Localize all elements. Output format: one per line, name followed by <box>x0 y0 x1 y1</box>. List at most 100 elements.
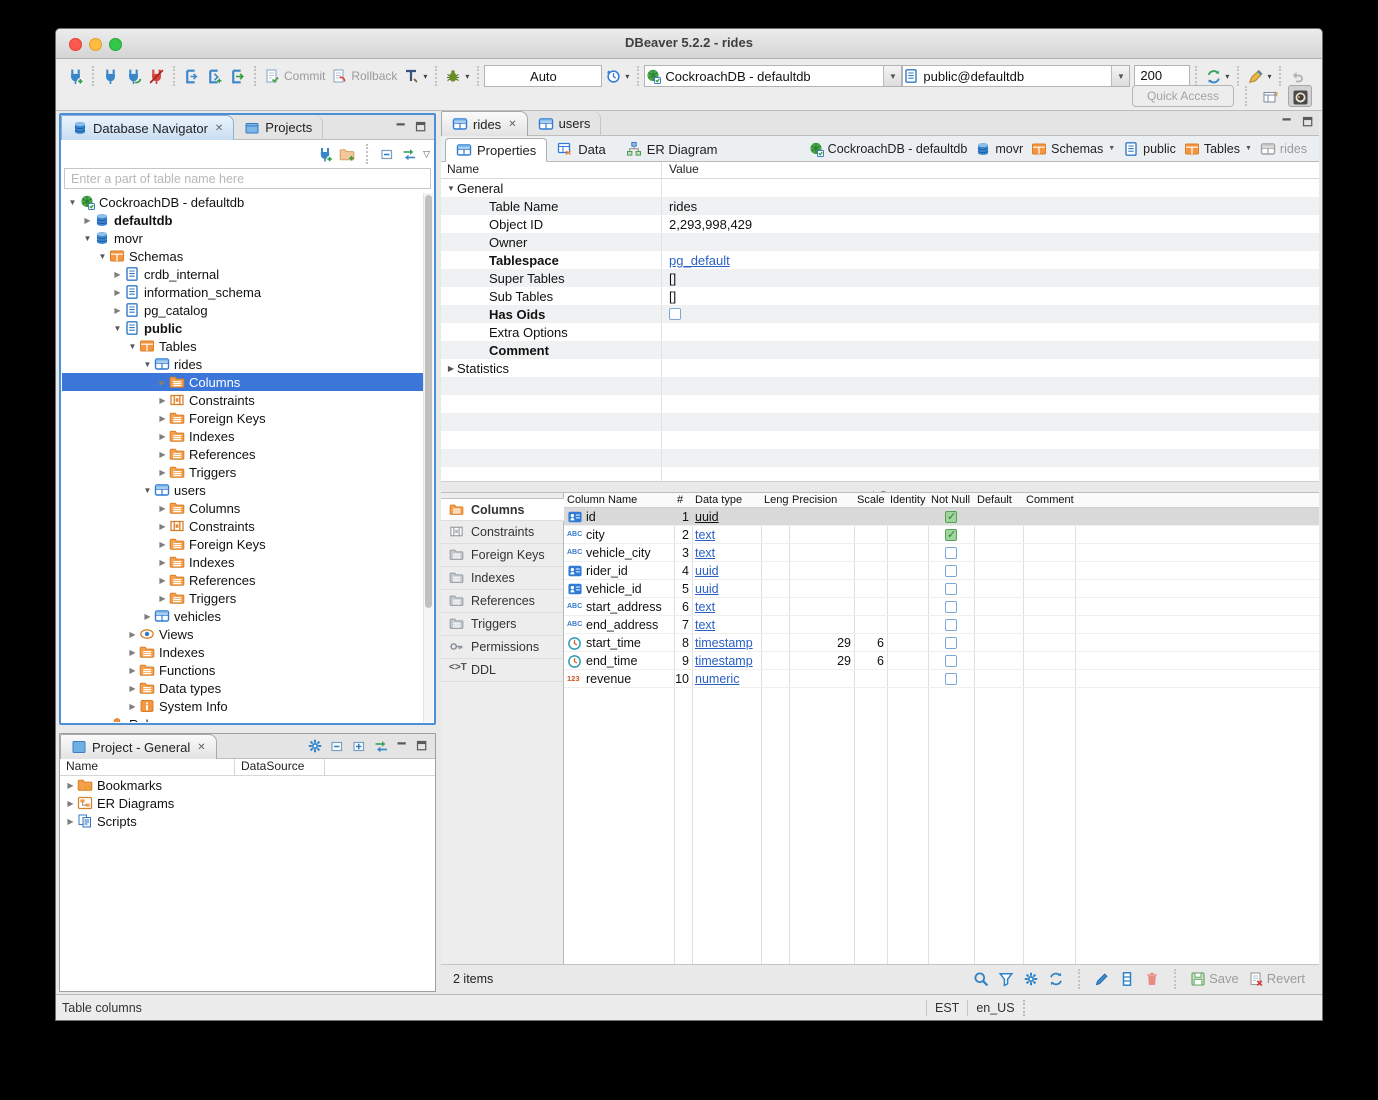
detail-tab-ddl[interactable]: <>TDDL <box>441 659 563 682</box>
data-type-link[interactable]: timestamp <box>695 636 753 650</box>
property-row-super-tables[interactable]: Super Tables[] <box>441 269 1319 287</box>
data-type-link[interactable]: numeric <box>695 672 739 686</box>
tree-item-defaultdb[interactable]: ▶defaultdb <box>62 211 423 229</box>
tree-item-indexes[interactable]: ▶Indexes <box>62 553 423 571</box>
property-row-sub-tables[interactable]: Sub Tables[] <box>441 287 1319 305</box>
project-link-editor-icon[interactable] <box>373 738 389 754</box>
has-oids-checkbox[interactable] <box>669 308 681 320</box>
expand-arrow-icon[interactable]: ▶ <box>156 432 169 441</box>
table-filter-input[interactable] <box>64 168 431 189</box>
collapse-arrow-icon[interactable]: ▼ <box>66 198 79 207</box>
project-col-datasource[interactable]: DataSource <box>235 759 325 775</box>
property-row-general[interactable]: ▼General <box>441 179 1319 197</box>
breadcrumb-schemas[interactable]: Schemas▼ <box>1029 141 1117 157</box>
expand-arrow-icon[interactable]: ▶ <box>156 522 169 531</box>
column-row-end-address[interactable]: ABCend_address7text <box>564 616 1319 634</box>
new-connection-icon[interactable] <box>317 146 333 162</box>
column-row-id[interactable]: id1uuid <box>564 508 1319 526</box>
project-col-name[interactable]: Name <box>60 759 235 775</box>
tree-item-columns[interactable]: ▶Columns <box>62 373 423 391</box>
expand-arrow-icon[interactable]: ▶ <box>126 684 139 693</box>
breadcrumb-movr[interactable]: movr <box>973 141 1025 157</box>
expand-arrow-icon[interactable]: ▶ <box>81 216 94 225</box>
expand-arrow-icon[interactable]: ▶ <box>111 270 124 279</box>
tree-item-constraints[interactable]: ▶Constraints <box>62 517 423 535</box>
tree-item-public[interactable]: ▼public <box>62 319 423 337</box>
property-row-object-id[interactable]: Object ID2,293,998,429 <box>441 215 1319 233</box>
properties-col-name[interactable]: Name <box>441 162 661 178</box>
not-null-checkbox[interactable] <box>945 673 957 685</box>
expand-arrow-icon[interactable]: ▶ <box>156 576 169 585</box>
column-row-start-time[interactable]: start_time8timestamp296 <box>564 634 1319 652</box>
property-row-extra-options[interactable]: Extra Options <box>441 323 1319 341</box>
editor-tab-rides[interactable]: rides✕ <box>441 111 528 136</box>
expand-arrow-icon[interactable]: ▶ <box>445 364 457 373</box>
undo-button[interactable] <box>1286 66 1309 87</box>
detail-tab-constraints[interactable]: Constraints <box>441 521 563 544</box>
not-null-checkbox[interactable] <box>945 637 957 649</box>
not-null-checkbox[interactable] <box>945 529 957 541</box>
data-type-link[interactable]: text <box>695 546 715 560</box>
expand-arrow-icon[interactable]: ▶ <box>156 558 169 567</box>
tree-item-pg-catalog[interactable]: ▶pg_catalog <box>62 301 423 319</box>
tree-item-constraints[interactable]: ▶Constraints <box>62 391 423 409</box>
column-row-start-address[interactable]: ABCstart_address6text <box>564 598 1319 616</box>
project-item-er-diagrams[interactable]: ▶ER Diagrams <box>60 794 435 812</box>
open-sql-script-button[interactable] <box>226 66 249 87</box>
filter-icon[interactable] <box>998 971 1014 987</box>
data-type-link[interactable]: uuid <box>695 564 719 578</box>
tab-project-general[interactable]: Project - General ✕ <box>60 734 217 759</box>
detail-tab-foreign-keys[interactable]: Foreign Keys <box>441 544 563 567</box>
fetch-size-input[interactable]: 200 <box>1134 65 1190 87</box>
column-header-data-type[interactable]: Data type <box>692 493 761 507</box>
column-header-length[interactable]: Length <box>761 493 789 507</box>
collapse-arrow-icon[interactable]: ▼ <box>126 342 139 351</box>
collapse-arrow-icon[interactable]: ▼ <box>445 184 457 193</box>
property-value[interactable] <box>661 305 681 323</box>
connect-button[interactable] <box>99 66 122 87</box>
expand-arrow-icon[interactable]: ▶ <box>111 306 124 315</box>
tree-item-system-info[interactable]: ▶System Info <box>62 697 423 715</box>
revert-button[interactable]: Revert <box>1248 971 1305 987</box>
expand-arrow-icon[interactable]: ▶ <box>64 817 77 826</box>
subtab-properties[interactable]: Properties <box>445 138 547 162</box>
tree-item-triggers[interactable]: ▶Triggers <box>62 463 423 481</box>
project-expand-all-icon[interactable] <box>351 738 367 754</box>
history-button[interactable]: ▾ <box>602 66 632 87</box>
data-type-link[interactable]: text <box>695 528 715 542</box>
project-item-scripts[interactable]: ▶Scripts <box>60 812 435 830</box>
collapse-arrow-icon[interactable]: ▼ <box>96 720 109 723</box>
property-row-statistics[interactable]: ▶Statistics <box>441 359 1319 377</box>
breadcrumb-dropdown-icon[interactable]: ▼ <box>1245 145 1252 152</box>
open-perspective-icon[interactable] <box>1258 85 1282 107</box>
not-null-checkbox[interactable] <box>945 655 957 667</box>
collapse-arrow-icon[interactable]: ▼ <box>111 324 124 333</box>
column-header-comment[interactable]: Comment <box>1023 493 1075 507</box>
column-row-revenue[interactable]: 123revenue10numeric <box>564 670 1319 688</box>
data-type-link[interactable]: uuid <box>695 582 719 596</box>
column-row-rider-id[interactable]: rider_id4uuid <box>564 562 1319 580</box>
expand-arrow-icon[interactable]: ▶ <box>126 666 139 675</box>
tree-item-movr[interactable]: ▼movr <box>62 229 423 247</box>
data-type-link[interactable]: uuid <box>695 510 719 524</box>
subtab-data[interactable]: Data <box>547 137 615 161</box>
breadcrumb-public[interactable]: public <box>1121 141 1178 157</box>
reconnect-button[interactable] <box>122 66 145 87</box>
project-minimize-icon[interactable] <box>395 740 409 752</box>
new-sql-editor-button[interactable] <box>203 66 226 87</box>
property-row-table-name[interactable]: Table Namerides <box>441 197 1319 215</box>
combo-dropdown-icon[interactable]: ▼ <box>883 66 901 86</box>
detail-tab-columns[interactable]: Columns <box>441 498 564 521</box>
dbeaver-perspective-icon[interactable] <box>1288 85 1312 107</box>
property-row-owner[interactable]: Owner <box>441 233 1319 251</box>
breadcrumb-tables[interactable]: Tables▼ <box>1182 141 1254 157</box>
property-row-tablespace[interactable]: Tablespacepg_default <box>441 251 1319 269</box>
properties-col-value[interactable]: Value <box>661 162 699 178</box>
tree-item-crdb-internal[interactable]: ▶crdb_internal <box>62 265 423 283</box>
tree-item-data-types[interactable]: ▶Data types <box>62 679 423 697</box>
subtab-er-diagram[interactable]: ER Diagram <box>616 137 728 161</box>
splitter-sash[interactable]: ▲▼ <box>441 481 1319 492</box>
expand-arrow-icon[interactable]: ▶ <box>156 504 169 513</box>
breadcrumb-dropdown-icon[interactable]: ▼ <box>1108 145 1115 152</box>
link-with-editor-icon[interactable] <box>401 146 417 162</box>
